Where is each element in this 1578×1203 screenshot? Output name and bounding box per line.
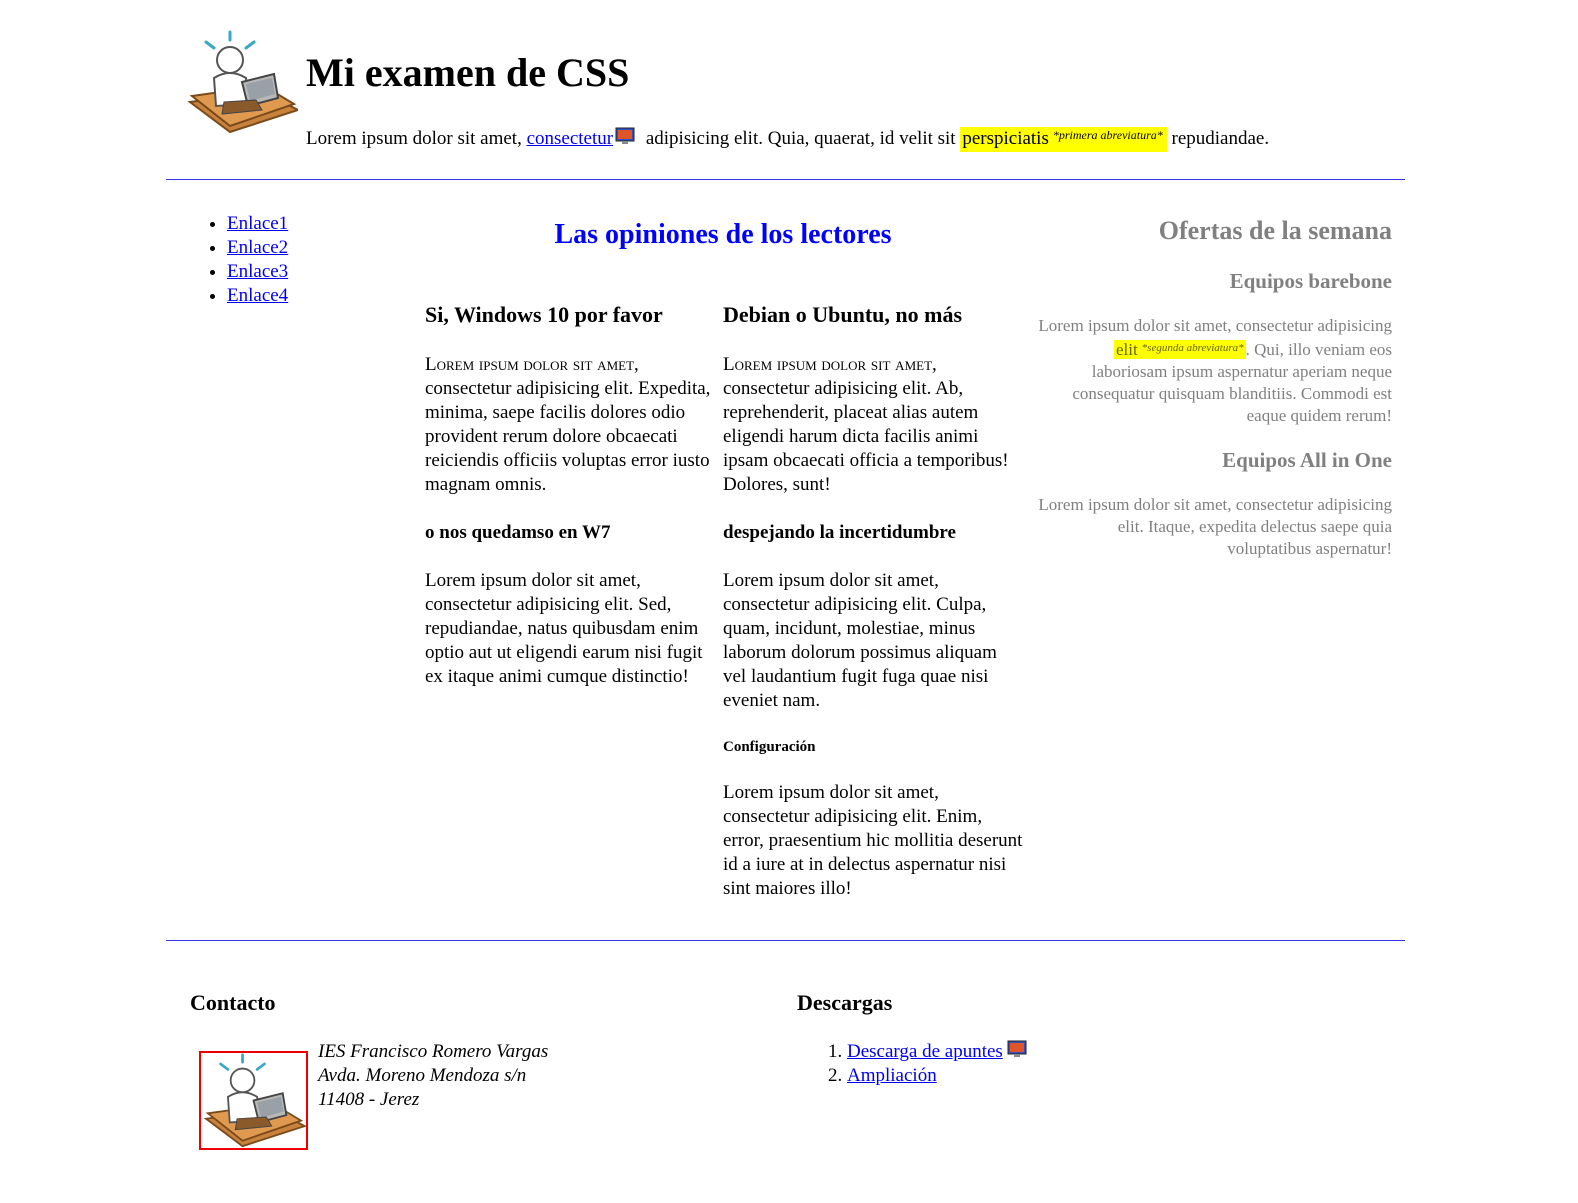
intro-link[interactable]: consectetur [527,128,614,149]
computer-monitor-icon [1007,1040,1027,1057]
opinion-heading-left: Si, Windows 10 por favor [425,302,663,327]
contact-title: Contacto [190,990,276,1015]
opinion-column-right: Debian o Ubuntu, no más Lorem ipsum dolo… [723,301,1023,925]
offer-heading-all-in-one: Equipos All in One [1222,448,1392,472]
sidebar-nav: Enlace1 Enlace2 Enlace3 Enlace4 [208,212,288,308]
opinion-paragraph-left-2: Lorem ipsum dolor sit amet, consectetur … [425,570,703,687]
abbreviation-note: *primera abreviatura* [1052,128,1163,142]
intro-text-middle: adipisicing elit. Quia, quaerat, id veli… [641,128,961,149]
page: Mi examen de CSS Lorem ipsum dolor sit a… [0,0,1578,1203]
opinion-paragraph-right-3: Lorem ipsum dolor sit amet, consectetur … [723,782,1023,899]
abbreviation-term-2: elit [1115,340,1138,359]
footer-divider [166,940,1405,941]
download-item-ampliacion: Ampliación [847,1064,1033,1088]
paragraph-text: consectetur adipisicing elit. Expedita, … [425,378,711,495]
abbreviation-highlight: perspiciatis *primera abreviatura* [960,127,1167,152]
opinion-paragraph-right-1: Lorem ipsum dolor sit amet, consectetur … [723,353,1023,497]
page-title: Mi examen de CSS [306,50,630,95]
opinion-subheading-right: despejando la incertidumbre [723,522,956,543]
nav-link-enlace4[interactable]: Enlace4 [227,285,288,306]
offer-text-before: Lorem ipsum dolor sit amet, consectetur … [1038,316,1392,335]
intro-paragraph: Lorem ipsum dolor sit amet, consectetur … [306,122,1269,152]
intro-text-before: Lorem ipsum dolor sit amet, [306,128,527,149]
intro-text-after: repudiandae. [1166,128,1270,149]
downloads-title: Descargas [797,990,893,1015]
nav-item-enlace2: Enlace2 [227,236,288,260]
small-caps-lead: Lorem ipsum dolor sit amet, [425,354,639,375]
small-caps-lead: Lorem ipsum dolor sit amet, [723,354,937,375]
abbreviation-term: perspiciatis [962,128,1049,149]
address-line-1: IES Francisco Romero Vargas [318,1041,549,1062]
address-line-3: 11408 - Jerez [318,1089,420,1110]
nav-link-enlace1[interactable]: Enlace1 [227,213,288,234]
address-line-2: Avda. Moreno Mendoza s/n [318,1065,527,1086]
nav-item-enlace1: Enlace1 [227,212,288,236]
opinion-paragraph-right-2: Lorem ipsum dolor sit amet, consectetur … [723,570,997,711]
abbreviation-note-2: *segunda abreviatura* [1141,342,1244,354]
abbreviation-highlight-2: elit *segunda abreviatura* [1113,340,1246,359]
nav-link-enlace2[interactable]: Enlace2 [227,237,288,258]
nav-item-enlace4: Enlace4 [227,284,288,308]
downloads-list: Descarga de apuntes Ampliación [826,1040,1033,1088]
offer-heading-barebone: Equipos barebone [1229,269,1392,293]
configuration-heading: Configuración [723,739,816,755]
offers-aside: Ofertas de la semana Equipos barebone Lo… [1036,214,1392,580]
computer-monitor-icon [615,127,635,144]
header-divider [166,179,1405,180]
contact-address: IES Francisco Romero Vargas Avda. Moreno… [318,1040,548,1112]
nav-item-enlace3: Enlace3 [227,260,288,284]
person-laptop-logo-icon [187,30,298,134]
offers-title: Ofertas de la semana [1158,216,1392,245]
opinion-heading-right: Debian o Ubuntu, no más [723,302,963,327]
nav-link-enlace3[interactable]: Enlace3 [227,261,288,282]
offer-text-all-in-one: Lorem ipsum dolor sit amet, consectetur … [1038,495,1392,558]
opinion-paragraph-left-1: Lorem ipsum dolor sit amet, consectetur … [425,353,723,497]
paragraph-text: consectetur adipisicing elit. Ab, repreh… [723,378,1009,495]
person-laptop-contact-icon [199,1051,308,1150]
download-link-apuntes[interactable]: Descarga de apuntes [847,1041,1003,1062]
offer-text-barebone: Lorem ipsum dolor sit amet, consectetur … [1036,315,1392,427]
main-section-title: Las opiniones de los lectores [554,219,892,250]
opinion-column-left: Si, Windows 10 por favor Lorem ipsum dol… [425,301,723,713]
download-item-apuntes: Descarga de apuntes [847,1040,1033,1064]
opinion-subheading-left: o nos quedamso en W7 [425,522,611,543]
download-link-ampliacion[interactable]: Ampliación [847,1065,937,1086]
